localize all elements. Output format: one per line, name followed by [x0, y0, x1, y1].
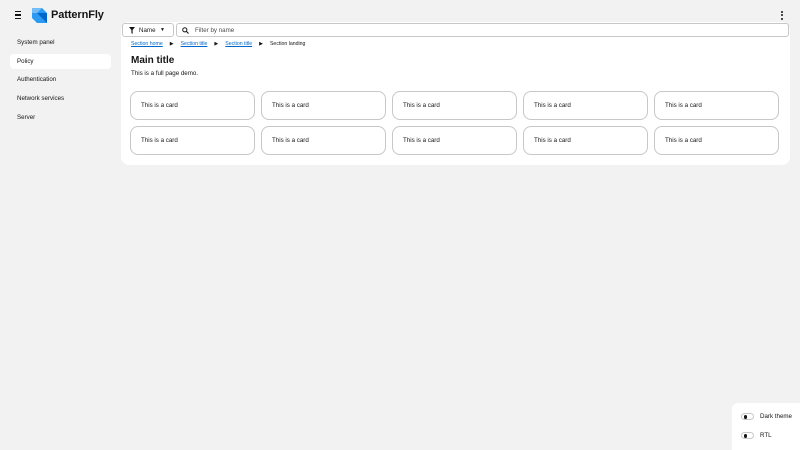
dark-theme-toggle[interactable]: Dark theme [741, 413, 792, 420]
card[interactable]: This is a card [392, 126, 517, 155]
theme-panel: Dark theme RTL [732, 403, 800, 450]
toolbar: Name ▼ [121, 22, 790, 38]
search-input[interactable] [195, 26, 755, 34]
search-box[interactable] [176, 23, 789, 37]
main-panel: Name ▼ Section home ▶ Section title ▶ Se… [121, 22, 790, 165]
dark-theme-label: Dark theme [760, 413, 792, 420]
card[interactable]: This is a card [130, 126, 255, 155]
card[interactable]: This is a card [523, 126, 648, 155]
toggle-switch[interactable] [741, 413, 754, 420]
hamburger-icon[interactable] [11, 8, 25, 22]
logo-text: PatternFly [51, 9, 104, 21]
card[interactable]: This is a card [261, 126, 386, 155]
rtl-label: RTL [760, 432, 772, 439]
filter-icon [129, 26, 135, 34]
card[interactable]: This is a card [654, 91, 779, 120]
search-icon [182, 26, 189, 34]
breadcrumb-link-section-home[interactable]: Section home [131, 41, 163, 47]
chevron-right-icon: ▶ [169, 41, 174, 47]
card[interactable]: This is a card [654, 126, 779, 155]
filter-select-label: Name [139, 26, 156, 34]
sidebar-item-policy[interactable]: Policy [10, 53, 111, 69]
chevron-right-icon: ▶ [214, 41, 219, 47]
breadcrumb-link-section-title[interactable]: Section title [181, 41, 208, 47]
card[interactable]: This is a card [392, 91, 517, 120]
page-title: Main title [131, 55, 175, 66]
page-description: This is a full page demo. [131, 70, 199, 77]
breadcrumb: Section home ▶ Section title ▶ Section t… [131, 41, 305, 47]
breadcrumb-link-section-title-2[interactable]: Section title [225, 41, 252, 47]
sidebar-nav: System panel Policy Authentication Netwo… [10, 35, 111, 128]
card[interactable]: This is a card [261, 91, 386, 120]
chevron-down-icon: ▼ [160, 27, 165, 33]
sidebar-item-server[interactable]: Server [10, 110, 111, 125]
rtl-toggle[interactable]: RTL [741, 432, 772, 439]
sidebar-item-system-panel[interactable]: System panel [10, 35, 111, 50]
card[interactable]: This is a card [130, 91, 255, 120]
filter-attribute-select[interactable]: Name ▼ [122, 23, 174, 37]
sidebar-item-network-services[interactable]: Network services [10, 91, 111, 106]
breadcrumb-current: Section landing [269, 41, 306, 47]
toggle-switch[interactable] [741, 432, 754, 439]
card[interactable]: This is a card [523, 91, 648, 120]
sidebar-item-authentication[interactable]: Authentication [10, 72, 111, 87]
logo[interactable]: PatternFly [31, 6, 104, 24]
kebab-icon[interactable] [776, 8, 788, 22]
patternfly-logo-icon [32, 7, 47, 23]
chevron-right-icon: ▶ [259, 41, 263, 47]
